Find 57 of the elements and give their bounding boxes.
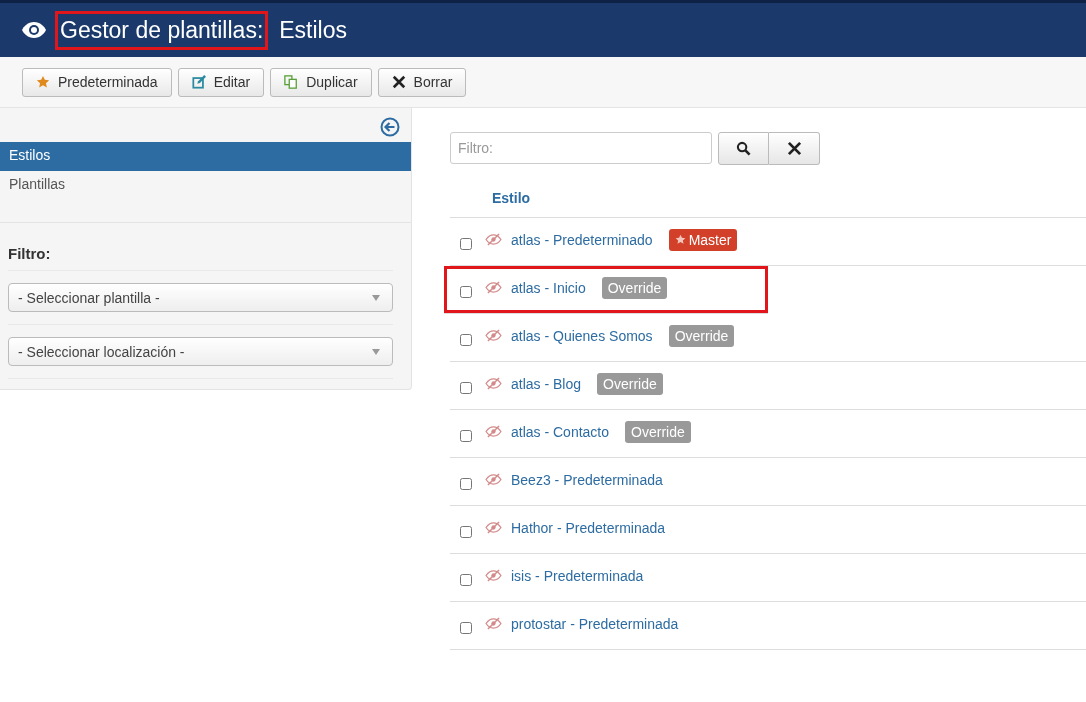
style-link[interactable]: atlas - Inicio — [511, 279, 586, 296]
sidebar-item[interactable]: Estilos — [0, 142, 411, 171]
eye-slash-icon — [485, 521, 502, 534]
eye-slash-icon — [485, 569, 502, 582]
column-header[interactable]: Estilo — [492, 190, 531, 206]
caret-icon — [372, 348, 380, 355]
override-badge: Override — [601, 276, 668, 299]
row-checkbox[interactable] — [460, 285, 472, 298]
edit-icon — [191, 75, 206, 89]
eye-slash-icon — [485, 281, 502, 294]
eye-slash-icon — [485, 233, 502, 246]
override-badge: Override — [668, 324, 735, 347]
eye-icon — [22, 22, 46, 38]
clear-button[interactable] — [769, 132, 820, 165]
row-checkbox[interactable] — [460, 621, 472, 634]
override-badge: Override — [625, 420, 691, 443]
master-badge: Master — [668, 228, 738, 251]
row-checkbox[interactable] — [460, 477, 472, 490]
eye-slash-icon — [485, 425, 502, 438]
eye-slash-icon — [485, 617, 502, 630]
eye-slash-icon — [485, 329, 502, 342]
row-checkbox[interactable] — [460, 429, 472, 442]
row-checkbox[interactable] — [460, 333, 472, 346]
star-icon — [36, 75, 50, 89]
select-dropdown[interactable]: - Seleccionar plantilla - — [8, 283, 393, 312]
filter-input[interactable]: Filtro: — [450, 132, 712, 164]
close-icon — [786, 141, 802, 156]
row-checkbox[interactable] — [460, 573, 472, 586]
sidebar-item[interactable]: Plantillas — [0, 171, 411, 200]
close-icon — [391, 75, 406, 89]
row-checkbox[interactable] — [460, 381, 472, 394]
style-link[interactable]: Beez3 - Predeterminada — [511, 471, 663, 488]
row-checkbox[interactable] — [460, 237, 472, 250]
style-link[interactable]: protostar - Predeterminada — [511, 615, 679, 632]
caret-icon — [372, 294, 380, 301]
style-link[interactable]: atlas - Quienes Somos — [511, 327, 653, 344]
star-icon — [674, 234, 686, 245]
filter-heading: Filtro: — [8, 245, 393, 271]
toolbar-button[interactable]: Predeterminada — [22, 67, 172, 97]
override-badge: Override — [597, 372, 663, 395]
style-link[interactable]: atlas - Blog — [511, 375, 582, 392]
search-button[interactable] — [718, 132, 769, 165]
toolbar-button[interactable]: Borrar — [377, 67, 467, 97]
style-link[interactable]: Hathor - Predeterminada — [511, 519, 666, 536]
page-title: Gestor de plantillas: — [55, 10, 269, 50]
style-link[interactable]: atlas - Contacto — [511, 423, 610, 440]
row-checkbox[interactable] — [460, 525, 472, 538]
eye-slash-icon — [485, 473, 502, 486]
style-link[interactable]: isis - Predeterminada — [511, 567, 644, 584]
toolbar-button[interactable]: Editar — [177, 67, 265, 97]
select-dropdown[interactable]: - Seleccionar localización - — [8, 337, 393, 366]
copy-icon — [284, 75, 299, 89]
eye-slash-icon — [485, 377, 502, 390]
toolbar-button[interactable]: Duplicar — [270, 67, 372, 97]
style-link[interactable]: atlas - Predeterminado — [511, 231, 653, 248]
page-title: Estilos — [278, 15, 349, 45]
search-icon — [736, 141, 751, 156]
